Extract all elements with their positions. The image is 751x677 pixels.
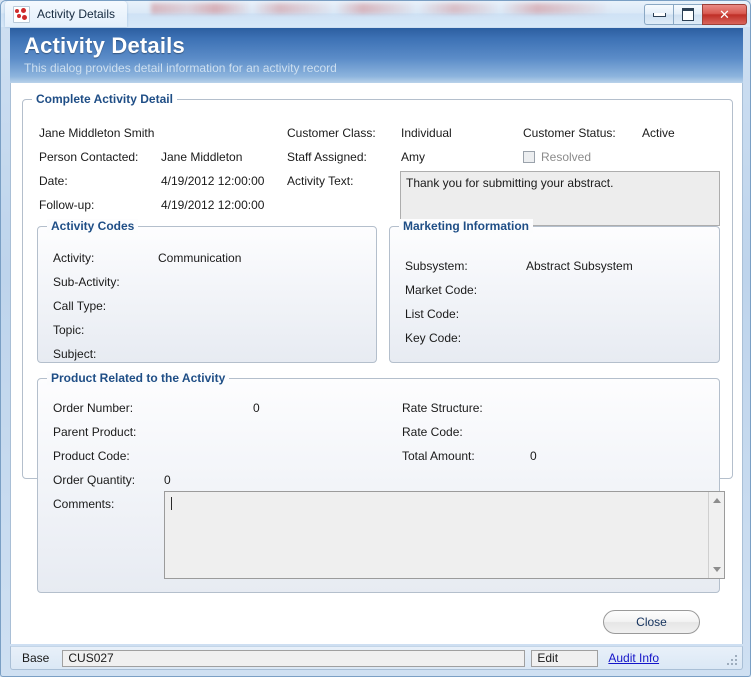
maximize-icon (682, 8, 694, 21)
person-contacted-value: Jane Middleton (161, 150, 243, 164)
window-controls: ✕ (644, 4, 747, 25)
market-code-label: Market Code: (405, 283, 478, 297)
customer-status-label: Customer Status: (523, 126, 616, 140)
customer-class-value: Individual (401, 126, 452, 140)
minimize-icon (652, 12, 666, 17)
comments-scrollbar[interactable] (708, 492, 724, 578)
resolved-label: Resolved (541, 150, 592, 164)
activity-details-window: Activity Details ✕ Activity Details This… (0, 0, 751, 677)
window-title-bar[interactable]: Activity Details ✕ (1, 1, 750, 27)
base-value-field[interactable]: CUS027 (62, 649, 526, 667)
window-title-label: Activity Details (37, 7, 116, 21)
key-code-label: Key Code: (405, 331, 462, 345)
text-caret (171, 497, 172, 510)
close-window-button[interactable]: ✕ (702, 4, 747, 25)
total-amount-value: 0 (530, 449, 537, 463)
activity-value: Communication (158, 251, 242, 265)
call-type-label: Call Type: (53, 299, 107, 313)
close-button[interactable]: Close (603, 610, 700, 634)
customer-class-label: Customer Class: (287, 126, 376, 140)
activity-text-value: Thank you for submitting your abstract. (406, 176, 614, 190)
date-label: Date: (39, 174, 68, 188)
status-bar: Base CUS027 Edit Audit Info (10, 646, 743, 670)
maximize-button[interactable] (673, 4, 702, 25)
complete-activity-detail-group: Complete Activity Detail Jane Middleton … (22, 92, 733, 593)
rate-code-label: Rate Code: (402, 425, 463, 439)
marketing-information-legend: Marketing Information (399, 219, 534, 233)
edit-field[interactable]: Edit (531, 649, 599, 667)
activity-label: Activity: (53, 251, 95, 265)
complete-activity-detail-legend: Complete Activity Detail (32, 92, 177, 106)
product-related-group: Product Related to the Activity Order Nu… (37, 371, 725, 593)
scroll-up-icon[interactable] (709, 493, 724, 508)
comments-textarea[interactable] (164, 491, 725, 579)
dialog-body: Complete Activity Detail Jane Middleton … (10, 83, 743, 644)
banner-heading: Activity Details (24, 33, 185, 58)
sub-activity-label: Sub-Activity: (53, 275, 120, 289)
checkbox-box-icon[interactable] (523, 151, 535, 163)
person-contacted-label: Person Contacted: (39, 150, 139, 164)
banner-subheading: This dialog provides detail information … (24, 61, 337, 75)
followup-value: 4/19/2012 12:00:00 (161, 198, 265, 212)
base-label: Base (22, 651, 50, 665)
order-quantity-label: Order Quantity: (53, 473, 136, 487)
order-number-value: 0 (253, 401, 260, 415)
staff-assigned-value: Amy (401, 150, 425, 164)
customer-status-value: Active (642, 126, 675, 140)
resolved-checkbox[interactable]: Resolved (523, 150, 591, 164)
staff-assigned-label: Staff Assigned: (287, 150, 367, 164)
total-amount-label: Total Amount: (402, 449, 475, 463)
topic-label: Topic: (53, 323, 85, 337)
scroll-down-icon[interactable] (709, 562, 724, 577)
comments-label: Comments: (53, 497, 115, 511)
blurred-background-text (151, 3, 611, 14)
activity-text-label: Activity Text: (287, 174, 354, 188)
date-value: 4/19/2012 12:00:00 (161, 174, 265, 188)
window-title-tab[interactable]: Activity Details (5, 1, 128, 27)
activity-codes-legend: Activity Codes (47, 219, 139, 233)
list-code-label: List Code: (405, 307, 460, 321)
order-number-label: Order Number: (53, 401, 134, 415)
product-related-legend: Product Related to the Activity (47, 371, 230, 385)
activity-text-readonly-box: Thank you for submitting your abstract. (400, 171, 720, 226)
rate-structure-label: Rate Structure: (402, 401, 483, 415)
followup-label: Follow-up: (39, 198, 95, 212)
minimize-button[interactable] (644, 4, 673, 25)
marketing-information-group: Marketing Information Subsystem: Abstrac… (389, 219, 720, 363)
dialog-banner: Activity Details This dialog provides de… (10, 28, 743, 83)
parent-product-label: Parent Product: (53, 425, 137, 439)
resize-grip-icon[interactable] (726, 654, 737, 665)
audit-info-link[interactable]: Audit Info (608, 651, 659, 665)
subsystem-label: Subsystem: (405, 259, 468, 273)
subject-label: Subject: (53, 347, 97, 361)
order-quantity-value: 0 (164, 473, 171, 487)
product-code-label: Product Code: (53, 449, 130, 463)
customer-name-value: Jane Middleton Smith (39, 126, 155, 140)
activity-dots-icon (13, 5, 30, 23)
subsystem-value: Abstract Subsystem (526, 259, 633, 273)
activity-codes-group: Activity Codes Activity: Communication S… (37, 219, 377, 363)
